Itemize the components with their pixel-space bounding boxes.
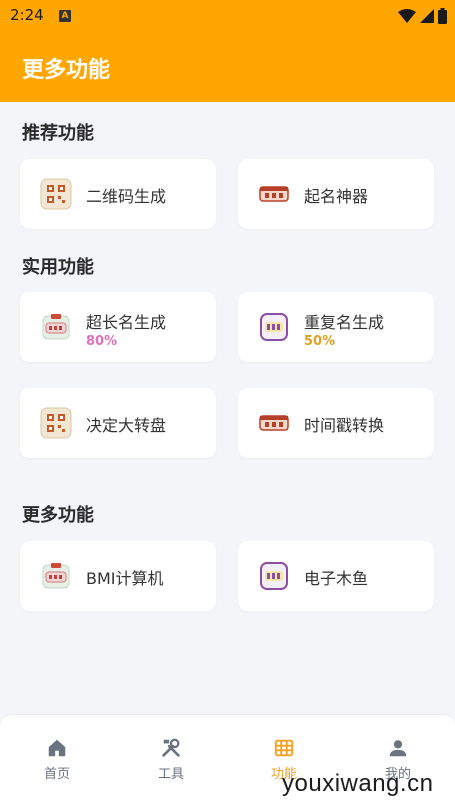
- feature-label: 二维码生成: [86, 187, 167, 206]
- feature-label: BMI计算机: [86, 569, 164, 588]
- section-title-practical: 实用功能: [22, 257, 94, 278]
- notification-a-icon: A: [59, 10, 71, 22]
- section-title-more: 更多功能: [22, 505, 94, 526]
- tag-app-icon: [259, 415, 289, 431]
- feature-label: 电子木鱼: [304, 569, 369, 588]
- status-time: 2:24: [10, 6, 44, 24]
- tag-app-icon: [259, 186, 289, 202]
- app-bar: 更多功能: [0, 32, 455, 102]
- nav-item-tools[interactable]: 工具: [131, 737, 211, 782]
- battery-icon: [438, 8, 447, 24]
- feature-card-long-name[interactable]: 超长名生成 80%: [20, 292, 216, 362]
- status-bar: 2:24 A: [0, 0, 455, 32]
- purple-card-icon: [260, 313, 288, 341]
- feature-card-wheel[interactable]: 决定大转盘: [20, 388, 216, 458]
- nav-label: 首页: [43, 767, 70, 782]
- qr-app-icon: [40, 178, 72, 210]
- feature-card-duplicate-name[interactable]: 重复名生成 50%: [238, 292, 434, 362]
- feature-label: 时间戳转换: [304, 416, 385, 435]
- wifi-icon: [398, 9, 416, 23]
- feature-label: 决定大转盘: [86, 416, 167, 435]
- home-icon: [48, 739, 66, 757]
- feature-label: 重复名生成: [304, 313, 385, 332]
- feature-card-timestamp[interactable]: 时间戳转换: [238, 388, 434, 458]
- watermark-text: youxiwang.cn: [282, 770, 434, 797]
- nav-label: 工具: [157, 767, 184, 782]
- nav-item-home[interactable]: 首页: [17, 737, 97, 782]
- feature-card-name-generator[interactable]: 起名神器: [238, 159, 434, 229]
- section-title-recommended: 推荐功能: [22, 123, 94, 144]
- feature-card-wooden-fish[interactable]: 电子木鱼: [238, 541, 434, 611]
- green-card-icon: [42, 563, 70, 589]
- feature-card-qr-generate[interactable]: 二维码生成: [20, 159, 216, 229]
- tools-icon: [162, 738, 180, 757]
- feature-label: 起名神器: [304, 187, 369, 206]
- person-icon: [389, 740, 407, 757]
- content-area: 推荐功能 二维码生成 起名神器 实用功能 超长名生成 80% 重复名生成 50%…: [0, 102, 455, 714]
- signal-icon: [420, 9, 434, 23]
- qr-app-icon: [40, 407, 72, 439]
- status-right-icons: [398, 8, 447, 24]
- page-title: 更多功能: [22, 58, 111, 83]
- progress-badge: 80%: [86, 334, 118, 349]
- purple-card-icon: [260, 562, 288, 590]
- progress-badge: 50%: [304, 334, 336, 349]
- grid-icon: [274, 739, 294, 757]
- feature-label: 超长名生成: [86, 313, 167, 332]
- feature-card-bmi[interactable]: BMI计算机: [20, 541, 216, 611]
- green-card-icon: [42, 314, 70, 340]
